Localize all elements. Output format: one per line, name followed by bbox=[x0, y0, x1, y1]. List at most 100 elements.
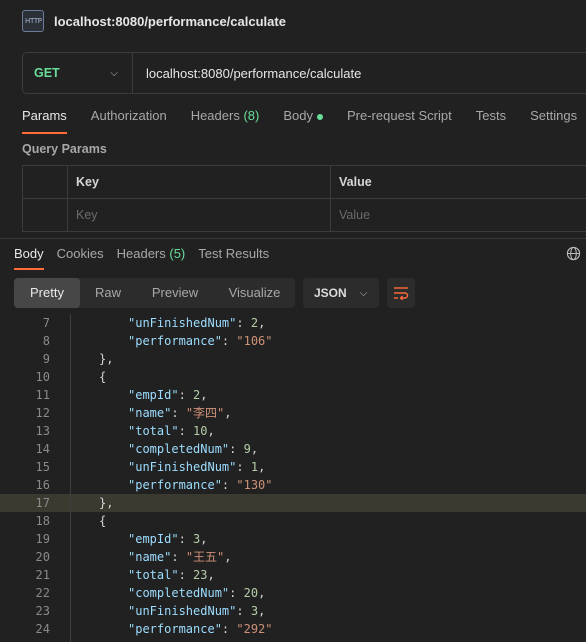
format-select[interactable]: JSON ⌵ bbox=[303, 278, 379, 308]
response-tabs: Body Cookies Headers (5) Test Results bbox=[14, 244, 282, 270]
line-number: 11 bbox=[35, 388, 50, 402]
code-line: 22 "completedNum": 20, bbox=[0, 584, 586, 602]
line-number: 7 bbox=[42, 316, 50, 330]
code-line: 9}, bbox=[0, 350, 586, 368]
code-text: "total": 10, bbox=[128, 424, 215, 438]
tab-settings[interactable]: Settings bbox=[530, 104, 577, 134]
code-text: "name": "李四", bbox=[128, 406, 232, 420]
line-number: 16 bbox=[35, 478, 50, 492]
request-tab-header: HTTP localhost:8080/performance/calculat… bbox=[0, 0, 586, 42]
key-column-header: Key bbox=[68, 166, 331, 198]
code-text: "completedNum": 20, bbox=[128, 586, 266, 600]
code-text: }, bbox=[99, 496, 114, 510]
wrap-lines-icon bbox=[394, 287, 409, 300]
tab-response-body[interactable]: Body bbox=[14, 244, 44, 270]
request-tabs: Params Authorization Headers (8) Body Pr… bbox=[22, 104, 586, 134]
code-line: 11 "empId": 2, bbox=[0, 386, 586, 404]
code-line: 19 "empId": 3, bbox=[0, 530, 586, 548]
code-line: 7 "unFinishedNum": 2, bbox=[0, 314, 586, 332]
code-text: "unFinishedNum": 3, bbox=[128, 604, 266, 618]
code-line: 18 { bbox=[0, 512, 586, 530]
tab-authorization[interactable]: Authorization bbox=[91, 104, 167, 134]
line-number: 18 bbox=[35, 514, 50, 528]
line-number: 15 bbox=[35, 460, 50, 474]
line-number: 8 bbox=[42, 334, 50, 348]
format-label: JSON bbox=[314, 286, 347, 300]
headers-count: (8) bbox=[243, 108, 260, 123]
tab-test-results[interactable]: Test Results bbox=[198, 244, 269, 270]
key-input[interactable]: Key bbox=[68, 199, 331, 231]
code-text: "performance": "106" bbox=[128, 334, 273, 348]
code-text: "name": "王五", bbox=[128, 550, 232, 564]
code-line: 15 "unFinishedNum": 1, bbox=[0, 458, 586, 476]
tab-headers[interactable]: Headers (8) bbox=[191, 104, 260, 134]
visualize-button[interactable]: Visualize bbox=[214, 278, 295, 308]
code-line: 10 { bbox=[0, 368, 586, 386]
value-column-header: Value bbox=[331, 166, 586, 198]
preview-button[interactable]: Preview bbox=[136, 278, 214, 308]
code-line: 16 "performance": "130" bbox=[0, 476, 586, 494]
line-number: 20 bbox=[35, 550, 50, 564]
code-text: "empId": 3, bbox=[128, 532, 208, 546]
http-icon: HTTP bbox=[22, 10, 44, 32]
checkbox-column-header bbox=[23, 166, 68, 198]
raw-button[interactable]: Raw bbox=[80, 278, 136, 308]
code-line: 21 "total": 23, bbox=[0, 566, 586, 584]
code-line: 17}, bbox=[0, 494, 586, 512]
code-text: }, bbox=[99, 352, 114, 366]
method-select[interactable]: GET ⌵ bbox=[23, 53, 133, 93]
line-number: 13 bbox=[35, 424, 50, 438]
method-label: GET bbox=[34, 66, 60, 80]
line-number: 14 bbox=[35, 442, 50, 456]
line-number: 9 bbox=[42, 352, 50, 366]
code-line: 20 "name": "王五", bbox=[0, 548, 586, 566]
response-headers-count: (5) bbox=[169, 246, 186, 261]
response-body-editor[interactable]: 7 "unFinishedNum": 2, 8 "performance": "106… bbox=[0, 314, 586, 642]
globe-icon[interactable] bbox=[566, 246, 581, 261]
tab-params[interactable]: Params bbox=[22, 104, 67, 134]
code-line: 24 "performance": "292" bbox=[0, 620, 586, 638]
code-text: "completedNum": 9, bbox=[128, 442, 259, 456]
code-text: "total": 23, bbox=[128, 568, 215, 582]
code-line: 8 "performance": "106" bbox=[0, 332, 586, 350]
row-checkbox-cell[interactable] bbox=[23, 199, 68, 231]
line-number: 24 bbox=[35, 622, 50, 636]
tab-tests[interactable]: Tests bbox=[476, 104, 506, 134]
code-text: "performance": "130" bbox=[128, 478, 273, 492]
code-text: { bbox=[99, 514, 107, 528]
line-number: 17 bbox=[35, 496, 50, 510]
table-header-row: Key Value bbox=[23, 166, 586, 199]
line-number: 10 bbox=[35, 370, 50, 384]
chevron-down-icon: ⌵ bbox=[359, 287, 368, 299]
url-bar: GET ⌵ localhost:8080/performance/calcula… bbox=[22, 52, 586, 94]
line-number: 23 bbox=[35, 604, 50, 618]
code-line: 12 "name": "李四", bbox=[0, 404, 586, 422]
view-mode-group: Pretty Raw Preview Visualize bbox=[14, 278, 295, 308]
pane-divider[interactable] bbox=[0, 238, 586, 239]
chevron-down-icon: ⌵ bbox=[110, 68, 118, 79]
tab-cookies[interactable]: Cookies bbox=[57, 244, 104, 270]
url-input[interactable]: localhost:8080/performance/calculate bbox=[133, 66, 361, 81]
tab-response-headers[interactable]: Headers (5) bbox=[117, 244, 186, 270]
tab-body[interactable]: Body bbox=[283, 104, 323, 134]
code-text: "performance": "292" bbox=[128, 622, 273, 636]
value-input[interactable]: Value bbox=[331, 199, 586, 231]
pretty-button[interactable]: Pretty bbox=[14, 278, 80, 308]
line-number: 21 bbox=[35, 568, 50, 582]
line-number: 19 bbox=[35, 532, 50, 546]
line-number: 22 bbox=[35, 586, 50, 600]
query-params-table: Key Value Key Value bbox=[22, 165, 586, 232]
query-params-title: Query Params bbox=[22, 142, 107, 156]
code-text: "unFinishedNum": 2, bbox=[128, 316, 266, 330]
table-row: Key Value bbox=[23, 199, 586, 232]
wrap-lines-button[interactable] bbox=[387, 278, 415, 308]
code-text: "unFinishedNum": 1, bbox=[128, 460, 266, 474]
indent-guide bbox=[70, 314, 71, 642]
tab-pre-request-script[interactable]: Pre-request Script bbox=[347, 104, 452, 134]
code-line: 13 "total": 10, bbox=[0, 422, 586, 440]
code-text: "empId": 2, bbox=[128, 388, 208, 402]
request-title: localhost:8080/performance/calculate bbox=[54, 13, 286, 29]
code-line: 23 "unFinishedNum": 3, bbox=[0, 602, 586, 620]
body-indicator-dot bbox=[316, 113, 323, 120]
code-text: { bbox=[99, 370, 107, 384]
